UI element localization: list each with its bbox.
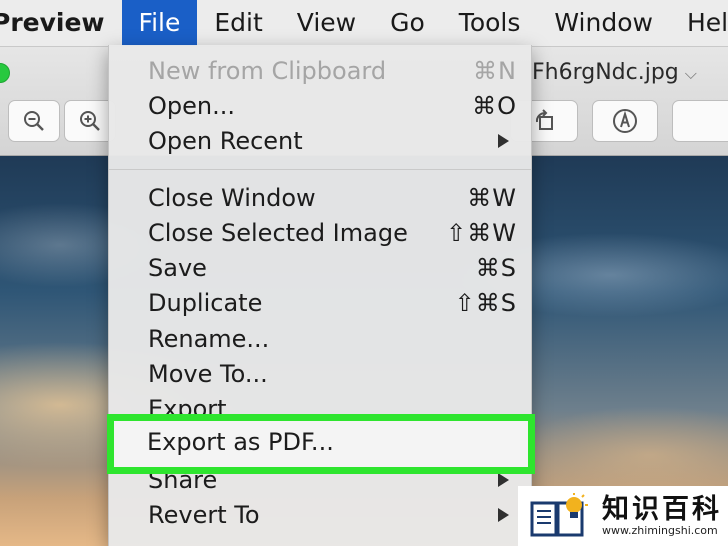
menu-item-close-selected-image[interactable]: Close Selected Image ⇧⌘W	[109, 215, 531, 250]
zoom-in-icon	[80, 111, 100, 131]
menu-file[interactable]: File	[121, 0, 198, 46]
rotate-icon	[535, 109, 553, 130]
menu-item-close-window[interactable]: Close Window ⌘W	[109, 180, 531, 215]
menu-item-shortcut: ⇧⌘S	[454, 289, 517, 317]
book-lightbulb-logo-icon	[530, 493, 588, 537]
menu-item-duplicate[interactable]: Duplicate ⇧⌘S	[109, 285, 531, 320]
search-field[interactable]	[672, 100, 728, 142]
markup-button[interactable]	[592, 100, 658, 142]
submenu-arrow-icon	[498, 473, 509, 487]
menu-item-label: Duplicate	[148, 289, 263, 317]
menu-item-label: Rename...	[148, 325, 270, 353]
menu-item-shortcut: ⌘S	[475, 254, 517, 282]
menu-item-label: Save	[148, 254, 207, 282]
submenu-arrow-icon	[498, 508, 509, 522]
zoom-out-icon	[24, 111, 44, 131]
menu-item-label: Move To...	[148, 360, 268, 388]
menu-help[interactable]: Help	[670, 0, 728, 46]
menu-go[interactable]: Go	[373, 0, 442, 46]
menu-item-export-as-pdf[interactable]: Export as PDF...	[147, 428, 334, 456]
menu-item-label: Close Window	[148, 184, 316, 212]
menu-item-shortcut: ⇧⌘W	[446, 219, 517, 247]
menu-item-open-recent[interactable]: Open Recent	[109, 123, 531, 158]
menu-bar: Preview File Edit View Go Tools Window H…	[0, 0, 728, 47]
menu-window[interactable]: Window	[537, 0, 670, 46]
menu-view[interactable]: View	[280, 0, 373, 46]
menu-item-label: Open Recent	[148, 127, 303, 155]
menu-separator	[109, 169, 531, 170]
watermark-name: 知识百科	[602, 494, 722, 525]
markup-icon	[613, 109, 637, 133]
menu-item-move-to[interactable]: Move To...	[109, 356, 531, 391]
menu-app-preview[interactable]: Preview	[0, 0, 122, 46]
window-title-text: Fh6rgNdc.jpg	[532, 60, 679, 85]
watermark-text: 知识百科 www.zhimingshi.com	[602, 495, 722, 537]
chevron-down-icon[interactable]: ⌵	[685, 64, 697, 83]
submenu-arrow-icon	[498, 134, 509, 148]
menu-item-save[interactable]: Save ⌘S	[109, 250, 531, 285]
window-title[interactable]: Fh6rgNdc.jpg ⌵	[532, 60, 697, 85]
menu-item-shortcut: ⌘N	[473, 57, 517, 85]
menu-item-label: Close Selected Image	[148, 219, 408, 247]
menu-item-new-from-clipboard[interactable]: New from Clipboard ⌘N	[109, 53, 531, 88]
menu-edit[interactable]: Edit	[197, 0, 279, 46]
watermark: 知识百科 www.zhimingshi.com	[518, 486, 728, 546]
menu-item-label: Open...	[148, 92, 235, 120]
zoom-out-button[interactable]	[8, 100, 60, 142]
menu-item-label: New from Clipboard	[148, 57, 387, 85]
menu-item-revert-to[interactable]: Revert To	[109, 497, 531, 532]
window-zoom-button[interactable]	[0, 63, 10, 83]
menu-item-shortcut: ⌘O	[472, 92, 517, 120]
menu-item-rename[interactable]: Rename...	[109, 321, 531, 356]
watermark-url: www.zhimingshi.com	[602, 524, 718, 537]
menu-item-open[interactable]: Open... ⌘O	[109, 88, 531, 123]
menu-tools[interactable]: Tools	[442, 0, 538, 46]
menu-item-label: Revert To	[148, 501, 260, 529]
menu-item-shortcut: ⌘W	[467, 184, 517, 212]
